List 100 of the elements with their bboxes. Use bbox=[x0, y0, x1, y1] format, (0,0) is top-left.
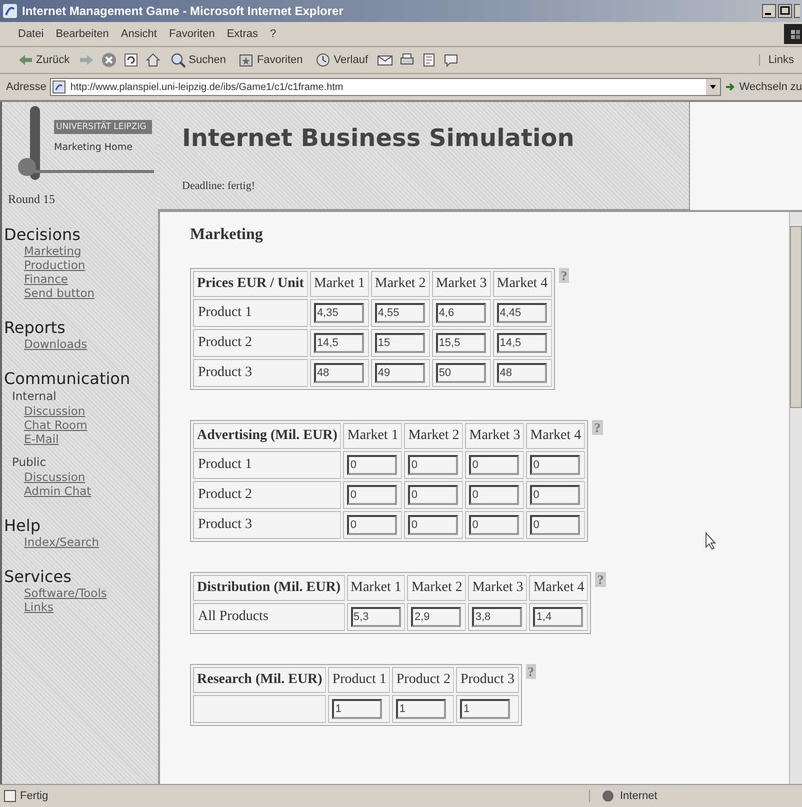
row-label: Product 3 bbox=[193, 359, 308, 387]
column-header: Market 2 bbox=[404, 423, 464, 449]
input-field[interactable]: 48 bbox=[496, 363, 547, 383]
column-header: Market 1 bbox=[343, 423, 402, 449]
menu-item[interactable]: Datei bbox=[12, 26, 50, 42]
input-field[interactable]: 4,6 bbox=[436, 303, 486, 323]
search-button[interactable]: Suchen bbox=[166, 51, 229, 69]
section-heading: Communication bbox=[4, 369, 130, 388]
history-button[interactable]: Verlauf bbox=[312, 51, 372, 69]
nav-link[interactable]: Admin Chat bbox=[24, 484, 92, 498]
nav-link[interactable]: E-Mail bbox=[24, 432, 59, 446]
input-field[interactable]: 0 bbox=[347, 515, 398, 535]
row-label: Product 2 bbox=[193, 329, 308, 357]
section-heading: Services bbox=[4, 567, 72, 586]
input-field[interactable]: 4,35 bbox=[314, 303, 364, 323]
input-field[interactable]: 0 bbox=[530, 455, 580, 475]
maximize-icon[interactable] bbox=[778, 4, 792, 18]
input-field[interactable]: 15 bbox=[374, 333, 425, 353]
input-field[interactable]: 50 bbox=[436, 363, 486, 383]
input-field[interactable]: 0 bbox=[408, 455, 458, 475]
nav-link[interactable]: Index/Search bbox=[24, 535, 100, 549]
nav-link[interactable]: Marketing bbox=[24, 244, 82, 258]
page-icon bbox=[4, 790, 16, 802]
browser-icon bbox=[2, 3, 18, 19]
document-icon[interactable] bbox=[421, 52, 438, 68]
window-title: Internet Management Game - Microsoft Internet Explorer bbox=[22, 4, 344, 18]
menu-item[interactable]: Ansicht bbox=[114, 26, 163, 42]
nav-link[interactable]: Chat Room bbox=[24, 418, 88, 432]
nav-link[interactable]: Discussion bbox=[24, 404, 86, 418]
nav-link[interactable]: Links bbox=[24, 600, 54, 614]
input-field[interactable]: 48 bbox=[314, 363, 364, 383]
section-heading: Decisions bbox=[4, 225, 80, 244]
column-header: Product 3 bbox=[456, 667, 519, 693]
nav-link[interactable]: Software/Tools bbox=[24, 586, 107, 600]
nav-link[interactable]: Production bbox=[24, 258, 86, 272]
column-header: Market 3 bbox=[432, 271, 491, 297]
back-button[interactable]: Zurück bbox=[14, 51, 73, 69]
menu-item[interactable]: Favoriten bbox=[162, 26, 221, 42]
input-field[interactable]: 0 bbox=[347, 455, 398, 475]
input-field[interactable]: 5,3 bbox=[350, 607, 400, 627]
section-heading: Reports bbox=[4, 318, 66, 337]
speech-bubble-icon[interactable] bbox=[443, 52, 460, 68]
minimize-icon[interactable] bbox=[762, 4, 776, 18]
clock-icon bbox=[314, 52, 331, 68]
input-field[interactable]: 1 bbox=[332, 699, 382, 719]
input-field[interactable]: 3,8 bbox=[472, 607, 522, 627]
input-field[interactable]: 0 bbox=[347, 485, 398, 505]
menu-item[interactable]: ? bbox=[264, 26, 282, 42]
globe-icon bbox=[602, 790, 614, 802]
nav-link[interactable]: Send button bbox=[24, 286, 95, 300]
row-label: Product 3 bbox=[193, 511, 342, 539]
menu-item[interactable]: Bearbeiten bbox=[50, 26, 115, 42]
nav-link[interactable]: Discussion bbox=[24, 470, 86, 484]
page-title: Internet Business Simulation bbox=[182, 124, 574, 152]
input-field[interactable]: 0 bbox=[530, 515, 580, 535]
input-field[interactable]: 14,5 bbox=[496, 333, 547, 353]
input-field[interactable]: 4,55 bbox=[374, 303, 425, 323]
university-logo[interactable]: UNIVERSITÄT LEIPZIG Marketing Home bbox=[2, 104, 158, 188]
back-arrow-icon bbox=[17, 52, 33, 68]
input-field[interactable]: 14,5 bbox=[314, 333, 364, 353]
input-field[interactable]: 1 bbox=[460, 699, 510, 719]
input-field[interactable]: 2,9 bbox=[411, 607, 462, 627]
column-header: Research (Mil. EUR) bbox=[193, 667, 326, 693]
links-button[interactable]: Links bbox=[759, 54, 802, 66]
nav-link[interactable]: Finance bbox=[24, 272, 68, 286]
input-field[interactable]: 0 bbox=[469, 485, 520, 505]
mouse-cursor-icon bbox=[705, 532, 717, 550]
refresh-icon[interactable] bbox=[122, 52, 139, 68]
column-header: Market 3 bbox=[468, 575, 528, 601]
input-field[interactable]: 0 bbox=[530, 485, 580, 505]
input-field[interactable]: 15,5 bbox=[436, 333, 486, 353]
column-header: Market 2 bbox=[370, 271, 430, 297]
input-field[interactable]: 0 bbox=[469, 515, 520, 535]
input-field[interactable]: 0 bbox=[408, 485, 458, 505]
row-label: All Products bbox=[193, 603, 344, 631]
nav-link[interactable]: Downloads bbox=[24, 337, 88, 351]
scrollbar[interactable] bbox=[789, 212, 802, 784]
input-field[interactable]: 4,45 bbox=[496, 303, 547, 323]
column-header: Advertising (Mil. EUR) bbox=[193, 423, 342, 449]
search-icon bbox=[170, 52, 186, 68]
group-label: Internal bbox=[12, 388, 56, 404]
row-label: Product 2 bbox=[193, 481, 342, 509]
input-field[interactable]: 0 bbox=[408, 515, 458, 535]
favorites-button[interactable]: Favoriten bbox=[234, 51, 306, 69]
stop-icon[interactable] bbox=[100, 52, 117, 68]
page-icon bbox=[52, 80, 66, 94]
column-header: Market 4 bbox=[492, 271, 552, 297]
input-field[interactable]: 1 bbox=[396, 699, 446, 719]
home-icon[interactable] bbox=[144, 52, 161, 68]
input-field[interactable]: 49 bbox=[374, 363, 425, 383]
column-header: Market 1 bbox=[310, 271, 369, 297]
row-label: Product 1 bbox=[193, 299, 308, 327]
address-field[interactable]: http://www.planspiel.uni-leipzig.de/ibs/Game1/c1/c1frame.htm bbox=[50, 78, 722, 96]
input-field[interactable]: 0 bbox=[469, 455, 520, 475]
input-field[interactable]: 1,4 bbox=[533, 607, 584, 627]
column-header: Product 1 bbox=[328, 667, 390, 693]
menu-item[interactable]: Extras bbox=[220, 26, 264, 42]
round-label: Round 15 bbox=[8, 192, 56, 207]
go-button[interactable]: Wechseln zu bbox=[725, 81, 802, 93]
status-text: Fertig bbox=[20, 790, 48, 802]
